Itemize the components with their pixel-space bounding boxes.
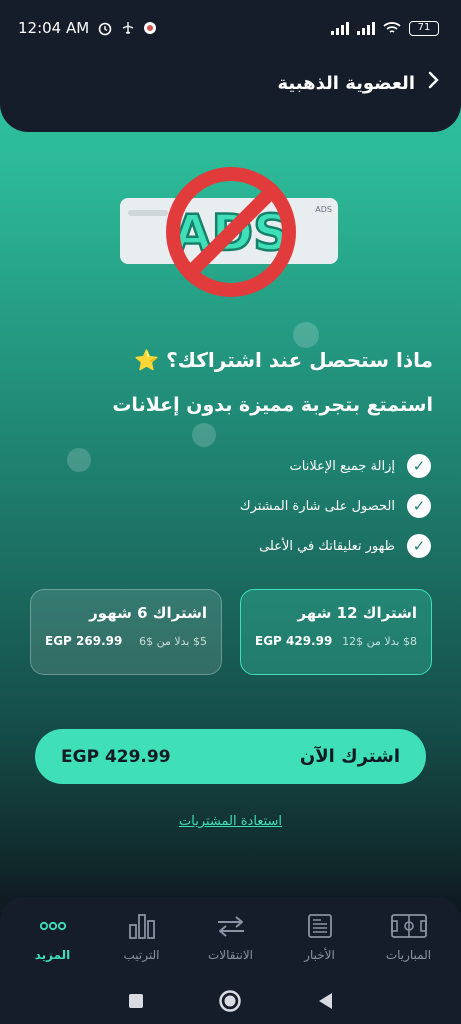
no-ads-graphic: ADS ADS — [120, 167, 338, 297]
status-left: 12:04 AM — [18, 19, 157, 37]
feature-item: ✓ ظهور تعليقاتك في الأعلى — [51, 526, 431, 566]
decorative-bubble — [293, 322, 319, 348]
nav-item-matches[interactable]: المباريات — [369, 912, 449, 962]
restore-purchases-link[interactable]: استعادة المشتريات — [0, 814, 461, 829]
battery-icon: 71 — [409, 20, 439, 36]
plan-instead-of: بدلا من $6 — [139, 634, 190, 648]
benefits-subtitle: استمتع بتجربة مميزة بدون إعلانات — [112, 394, 433, 416]
check-icon: ✓ — [407, 454, 431, 478]
bottom-nav: المزيد الترتيب الانتقالات الأخبار المبار… — [0, 897, 461, 977]
plan-price-row: EGP 429.99 $8 بدلا من $12 — [255, 634, 417, 648]
plan-instead-of: بدلا من $12 — [342, 634, 400, 648]
subscribe-label: اشترك الآن — [299, 746, 400, 767]
feature-list: ✓ إزالة جميع الإعلانات ✓ الحصول على شارة… — [51, 446, 431, 566]
feature-item: ✓ إزالة جميع الإعلانات — [51, 446, 431, 486]
chevron-right-icon — [428, 71, 439, 89]
nav-item-more[interactable]: المزيد — [13, 912, 93, 962]
nav-label: الأخبار — [304, 948, 335, 962]
check-icon: ✓ — [407, 494, 431, 518]
plan-old-price: $5 بدلا من $6 — [139, 635, 207, 648]
feature-label: إزالة جميع الإعلانات — [289, 458, 395, 474]
plan-card-12-months[interactable]: اشتراك 12 شهر EGP 429.99 $8 بدلا من $12 — [240, 589, 432, 675]
top-header: 12:04 AM 71 العضوية الذهبية — [0, 0, 461, 132]
subscribe-button[interactable]: EGP 429.99 اشترك الآن — [35, 729, 426, 784]
airplane-icon — [122, 22, 134, 34]
no-ads-illustration: ADS ADS — [118, 160, 344, 310]
plan-name: اشتراك 6 شهور — [89, 604, 207, 622]
signal-icon-2 — [357, 21, 375, 35]
status-bar: 12:04 AM 71 — [0, 0, 461, 56]
plan-price: EGP 269.99 — [45, 634, 123, 648]
plan-old-price: $8 بدلا من $12 — [342, 635, 417, 648]
page-title: العضوية الذهبية — [277, 72, 415, 94]
home-icon[interactable] — [218, 989, 242, 1013]
status-right: 71 — [331, 20, 439, 36]
back-button[interactable] — [427, 70, 439, 96]
nav-label: المزيد — [34, 948, 71, 962]
plan-price-row: EGP 269.99 $5 بدلا من $6 — [45, 634, 207, 648]
check-icon: ✓ — [407, 534, 431, 558]
plan-monthly: $5 — [193, 634, 207, 648]
plan-monthly: $8 — [403, 634, 417, 648]
more-dots-icon — [33, 912, 73, 940]
recents-icon[interactable] — [127, 992, 145, 1010]
system-nav-bar — [0, 977, 461, 1024]
nav-item-news[interactable]: الأخبار — [280, 912, 360, 962]
header-bar: العضوية الذهبية — [278, 70, 439, 96]
bar-chart-icon — [122, 912, 162, 940]
plan-card-6-months[interactable]: اشتراك 6 شهور EGP 269.99 $5 بدلا من $6 — [30, 589, 222, 675]
plan-name: اشتراك 12 شهر — [297, 604, 417, 622]
transfer-arrows-icon — [211, 912, 251, 940]
benefits-question: ماذا ستحصل عند اشتراكك؟ ⭐ — [13, 348, 433, 372]
nav-label: الانتقالات — [207, 948, 253, 962]
subscribe-price: EGP 429.99 — [61, 746, 171, 767]
wifi-icon — [383, 22, 401, 33]
nav-item-transfers[interactable]: الانتقالات — [191, 912, 271, 962]
status-time: 12:04 AM — [18, 19, 90, 37]
back-nav-icon[interactable] — [316, 991, 334, 1011]
feature-label: ظهور تعليقاتك في الأعلى — [259, 538, 395, 554]
nav-item-standings[interactable]: الترتيب — [102, 912, 182, 962]
feature-item: ✓ الحصول على شارة المشترك — [51, 486, 431, 526]
pitch-icon — [389, 912, 429, 940]
plan-price: EGP 429.99 — [255, 634, 333, 648]
alarm-icon — [98, 22, 112, 36]
benefits-question-text: ماذا ستحصل عند اشتراكك؟ — [166, 348, 433, 372]
nav-label: الترتيب — [123, 948, 160, 962]
ads-tag: ADS — [315, 205, 332, 214]
app-notification-icon — [144, 22, 157, 34]
signal-icon — [331, 21, 349, 35]
nav-label: المباريات — [385, 948, 432, 962]
membership-screen: 12:04 AM 71 العضوية الذهبية ADS ماذا ستح… — [0, 0, 461, 1024]
star-icon: ⭐ — [134, 348, 160, 372]
decorative-bubble — [192, 423, 216, 447]
feature-label: الحصول على شارة المشترك — [239, 498, 395, 514]
newspaper-icon — [300, 912, 340, 940]
